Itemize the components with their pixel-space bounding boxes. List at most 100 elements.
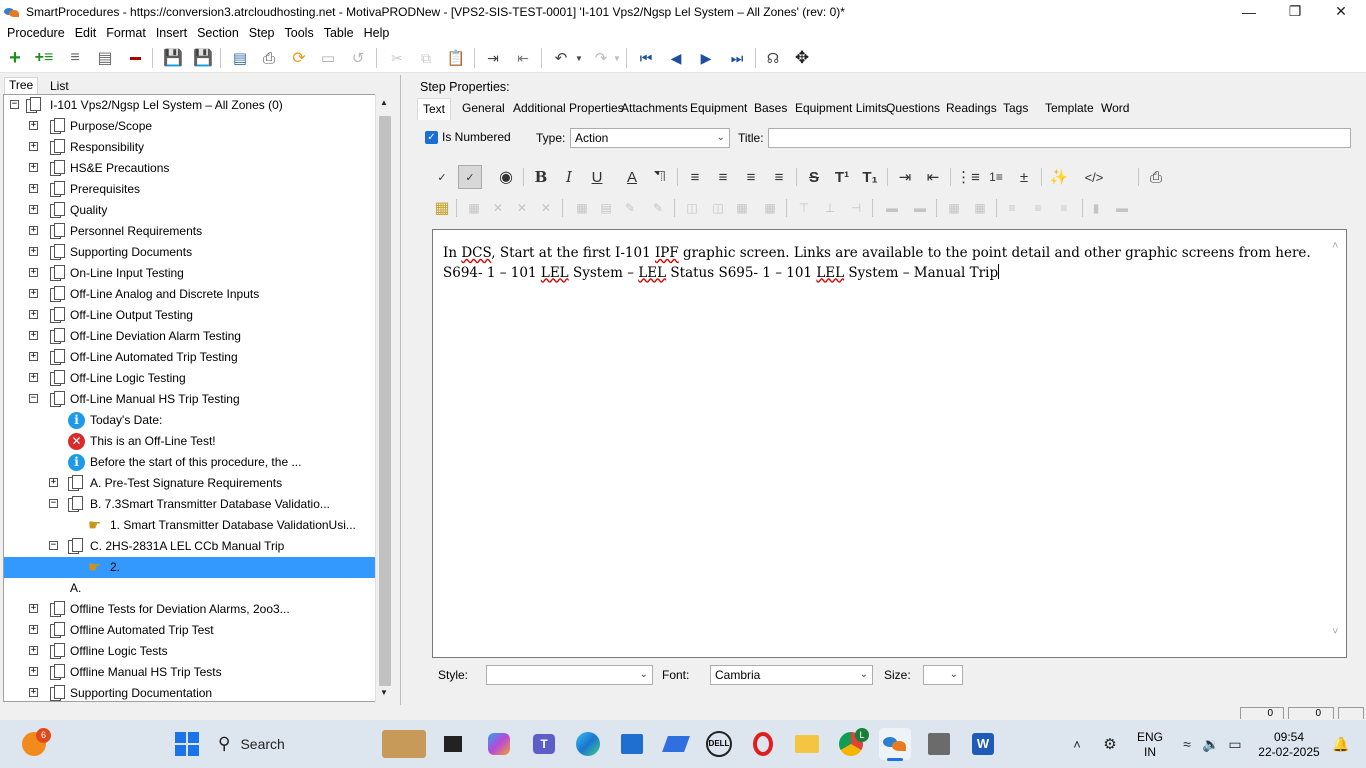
first-step-icon[interactable]: ⏮ xyxy=(635,48,657,68)
align-right-icon[interactable]: ≡ xyxy=(739,165,763,189)
remote-desktop-icon[interactable] xyxy=(923,728,955,760)
tree-warning-item[interactable]: ✕ This is an Off-Line Test! xyxy=(4,431,376,452)
tab-additional-properties[interactable]: Additional Properties xyxy=(508,98,629,120)
network-settings-icon[interactable]: ⚙ xyxy=(1096,728,1124,760)
undo-dropdown-icon[interactable]: ▼ xyxy=(568,48,590,68)
tab-tree[interactable]: Tree xyxy=(4,77,39,94)
font-select[interactable]: Cambria ⌄ xyxy=(710,665,873,685)
bold-icon[interactable]: B xyxy=(529,165,553,189)
power-automate-icon[interactable] xyxy=(660,728,692,760)
insert-divider-icon[interactable]: ± xyxy=(1012,165,1036,189)
expand-icon[interactable]: + xyxy=(29,268,38,277)
chevron-up-icon[interactable]: ˄ xyxy=(1332,240,1338,252)
tree-item[interactable]: A. xyxy=(4,578,376,599)
copilot-icon[interactable] xyxy=(483,728,515,760)
previous-step-icon[interactable]: ◀ xyxy=(665,48,687,68)
expand-icon[interactable]: + xyxy=(49,478,58,487)
expand-icon[interactable]: + xyxy=(29,142,38,151)
tree-section[interactable]: + Off-Line Logic Testing xyxy=(4,368,376,389)
edge-icon[interactable] xyxy=(572,728,604,760)
tree-section[interactable]: + Offline Manual HS Trip Tests xyxy=(4,662,376,683)
menu-procedure[interactable]: Procedure xyxy=(2,26,70,40)
justify-icon[interactable]: ≡ xyxy=(767,165,791,189)
expand-icon[interactable]: + xyxy=(29,373,38,382)
align-center-icon[interactable]: ≡ xyxy=(711,165,735,189)
restore-button[interactable]: ❐ xyxy=(1272,0,1318,23)
tab-tags[interactable]: Tags xyxy=(998,98,1033,120)
window-icon[interactable]: ▭ xyxy=(317,48,339,68)
tree-section[interactable]: + On-Line Input Testing xyxy=(4,263,376,284)
menu-edit[interactable]: Edit xyxy=(70,26,102,40)
file-explorer-icon[interactable] xyxy=(791,728,823,760)
language-indicator[interactable]: ENG IN xyxy=(1134,730,1166,760)
store-icon[interactable] xyxy=(616,728,648,760)
add-child-icon[interactable]: +≡ xyxy=(33,48,55,68)
menu-format[interactable]: Format xyxy=(101,26,151,40)
tree-section[interactable]: + Off-Line Deviation Alarm Testing xyxy=(4,326,376,347)
scrollbar-thumb[interactable] xyxy=(379,116,391,686)
remove-icon[interactable] xyxy=(124,48,146,68)
tab-bases[interactable]: Bases xyxy=(749,98,792,120)
tree-subsection[interactable]: + A. Pre-Test Signature Requirements xyxy=(4,473,376,494)
volume-icon[interactable]: 🔉 xyxy=(1198,728,1224,760)
collapse-icon[interactable]: − xyxy=(49,541,58,550)
tree-scrollbar[interactable]: ▲ ▼ xyxy=(375,94,393,702)
weather-widget-icon[interactable]: 6 xyxy=(18,728,51,760)
tree-section[interactable]: + Quality xyxy=(4,200,376,221)
save-icon[interactable]: 💾 xyxy=(192,48,214,68)
auto-spellcheck-icon[interactable]: ✓ xyxy=(458,165,482,189)
collapse-icon[interactable]: − xyxy=(10,100,19,109)
tree-subsection[interactable]: − C. 2HS-2831A LEL CCb Manual Trip xyxy=(4,536,376,557)
tab-equipment[interactable]: Equipment xyxy=(685,98,752,120)
tree-section[interactable]: + HS&E Precautions xyxy=(4,158,376,179)
close-button[interactable]: ✕ xyxy=(1318,0,1364,23)
scroll-down-icon[interactable]: ▼ xyxy=(380,688,388,697)
superscript-icon[interactable]: T¹ xyxy=(830,165,854,189)
html-source-icon[interactable]: </> xyxy=(1082,165,1106,189)
menu-tools[interactable]: Tools xyxy=(280,26,319,40)
underline-icon[interactable]: U xyxy=(585,165,609,189)
task-view-icon[interactable] xyxy=(437,728,469,760)
tree-section[interactable]: + Purpose/Scope xyxy=(4,116,376,137)
tree-section[interactable]: + Responsibility xyxy=(4,137,376,158)
chevron-down-icon[interactable]: ˅ xyxy=(1332,626,1338,638)
save-copy-icon[interactable]: 💾 xyxy=(162,48,184,68)
scroll-up-icon[interactable]: ▲ xyxy=(380,98,388,107)
chrome-icon[interactable]: L xyxy=(835,728,869,760)
expand-icon[interactable]: + xyxy=(29,667,38,676)
move-icon[interactable]: ✥ xyxy=(791,48,813,68)
battery-icon[interactable]: ▭ xyxy=(1222,728,1248,760)
word-icon[interactable]: W xyxy=(967,728,999,760)
expand-icon[interactable]: + xyxy=(29,310,38,319)
tree-section[interactable]: + Offline Tests for Deviation Alarms, 2o… xyxy=(4,599,376,620)
tree-section[interactable]: + Offline Logic Tests xyxy=(4,641,376,662)
thesaurus-icon[interactable]: ◉ xyxy=(494,165,518,189)
tree-section[interactable]: + Supporting Documents xyxy=(4,242,376,263)
expand-icon[interactable]: + xyxy=(29,688,38,697)
tab-questions[interactable]: Questions xyxy=(881,98,945,120)
expand-icon[interactable]: + xyxy=(29,184,38,193)
increase-indent-icon[interactable]: ⇥ xyxy=(893,165,917,189)
taskbar-search[interactable]: ⚲ Search xyxy=(218,728,368,760)
decrease-indent-icon[interactable]: ⇤ xyxy=(921,165,945,189)
smartprocedures-taskbar-icon[interactable] xyxy=(879,728,911,761)
style-select[interactable]: ⌄ xyxy=(486,665,653,685)
menu-insert[interactable]: Insert xyxy=(151,26,192,40)
expand-icon[interactable]: + xyxy=(29,289,38,298)
tab-equipment-limits[interactable]: Equipment Limits xyxy=(790,98,892,120)
news-widget-icon[interactable] xyxy=(380,728,428,760)
minimize-button[interactable]: — xyxy=(1226,0,1272,23)
tree-section[interactable]: + Supporting Documentation xyxy=(4,683,376,701)
tree-section[interactable]: + Off-Line Analog and Discrete Inputs xyxy=(4,284,376,305)
tree-step[interactable]: ☛ 1. Smart Transmitter Database Validati… xyxy=(4,515,376,536)
align-left-icon[interactable]: ≡ xyxy=(683,165,707,189)
expand-icon[interactable]: + xyxy=(29,247,38,256)
tab-readings[interactable]: Readings xyxy=(941,98,1002,120)
type-select[interactable]: Action ⌄ xyxy=(570,128,730,148)
subscript-icon[interactable]: T₁ xyxy=(858,165,882,189)
tree-section[interactable]: + Off-Line Output Testing xyxy=(4,305,376,326)
magic-wand-icon[interactable]: ✨ xyxy=(1047,165,1071,189)
tab-word[interactable]: Word xyxy=(1096,98,1134,120)
preview-icon[interactable]: ▤ xyxy=(229,48,251,68)
size-select[interactable]: ⌄ xyxy=(923,665,963,685)
